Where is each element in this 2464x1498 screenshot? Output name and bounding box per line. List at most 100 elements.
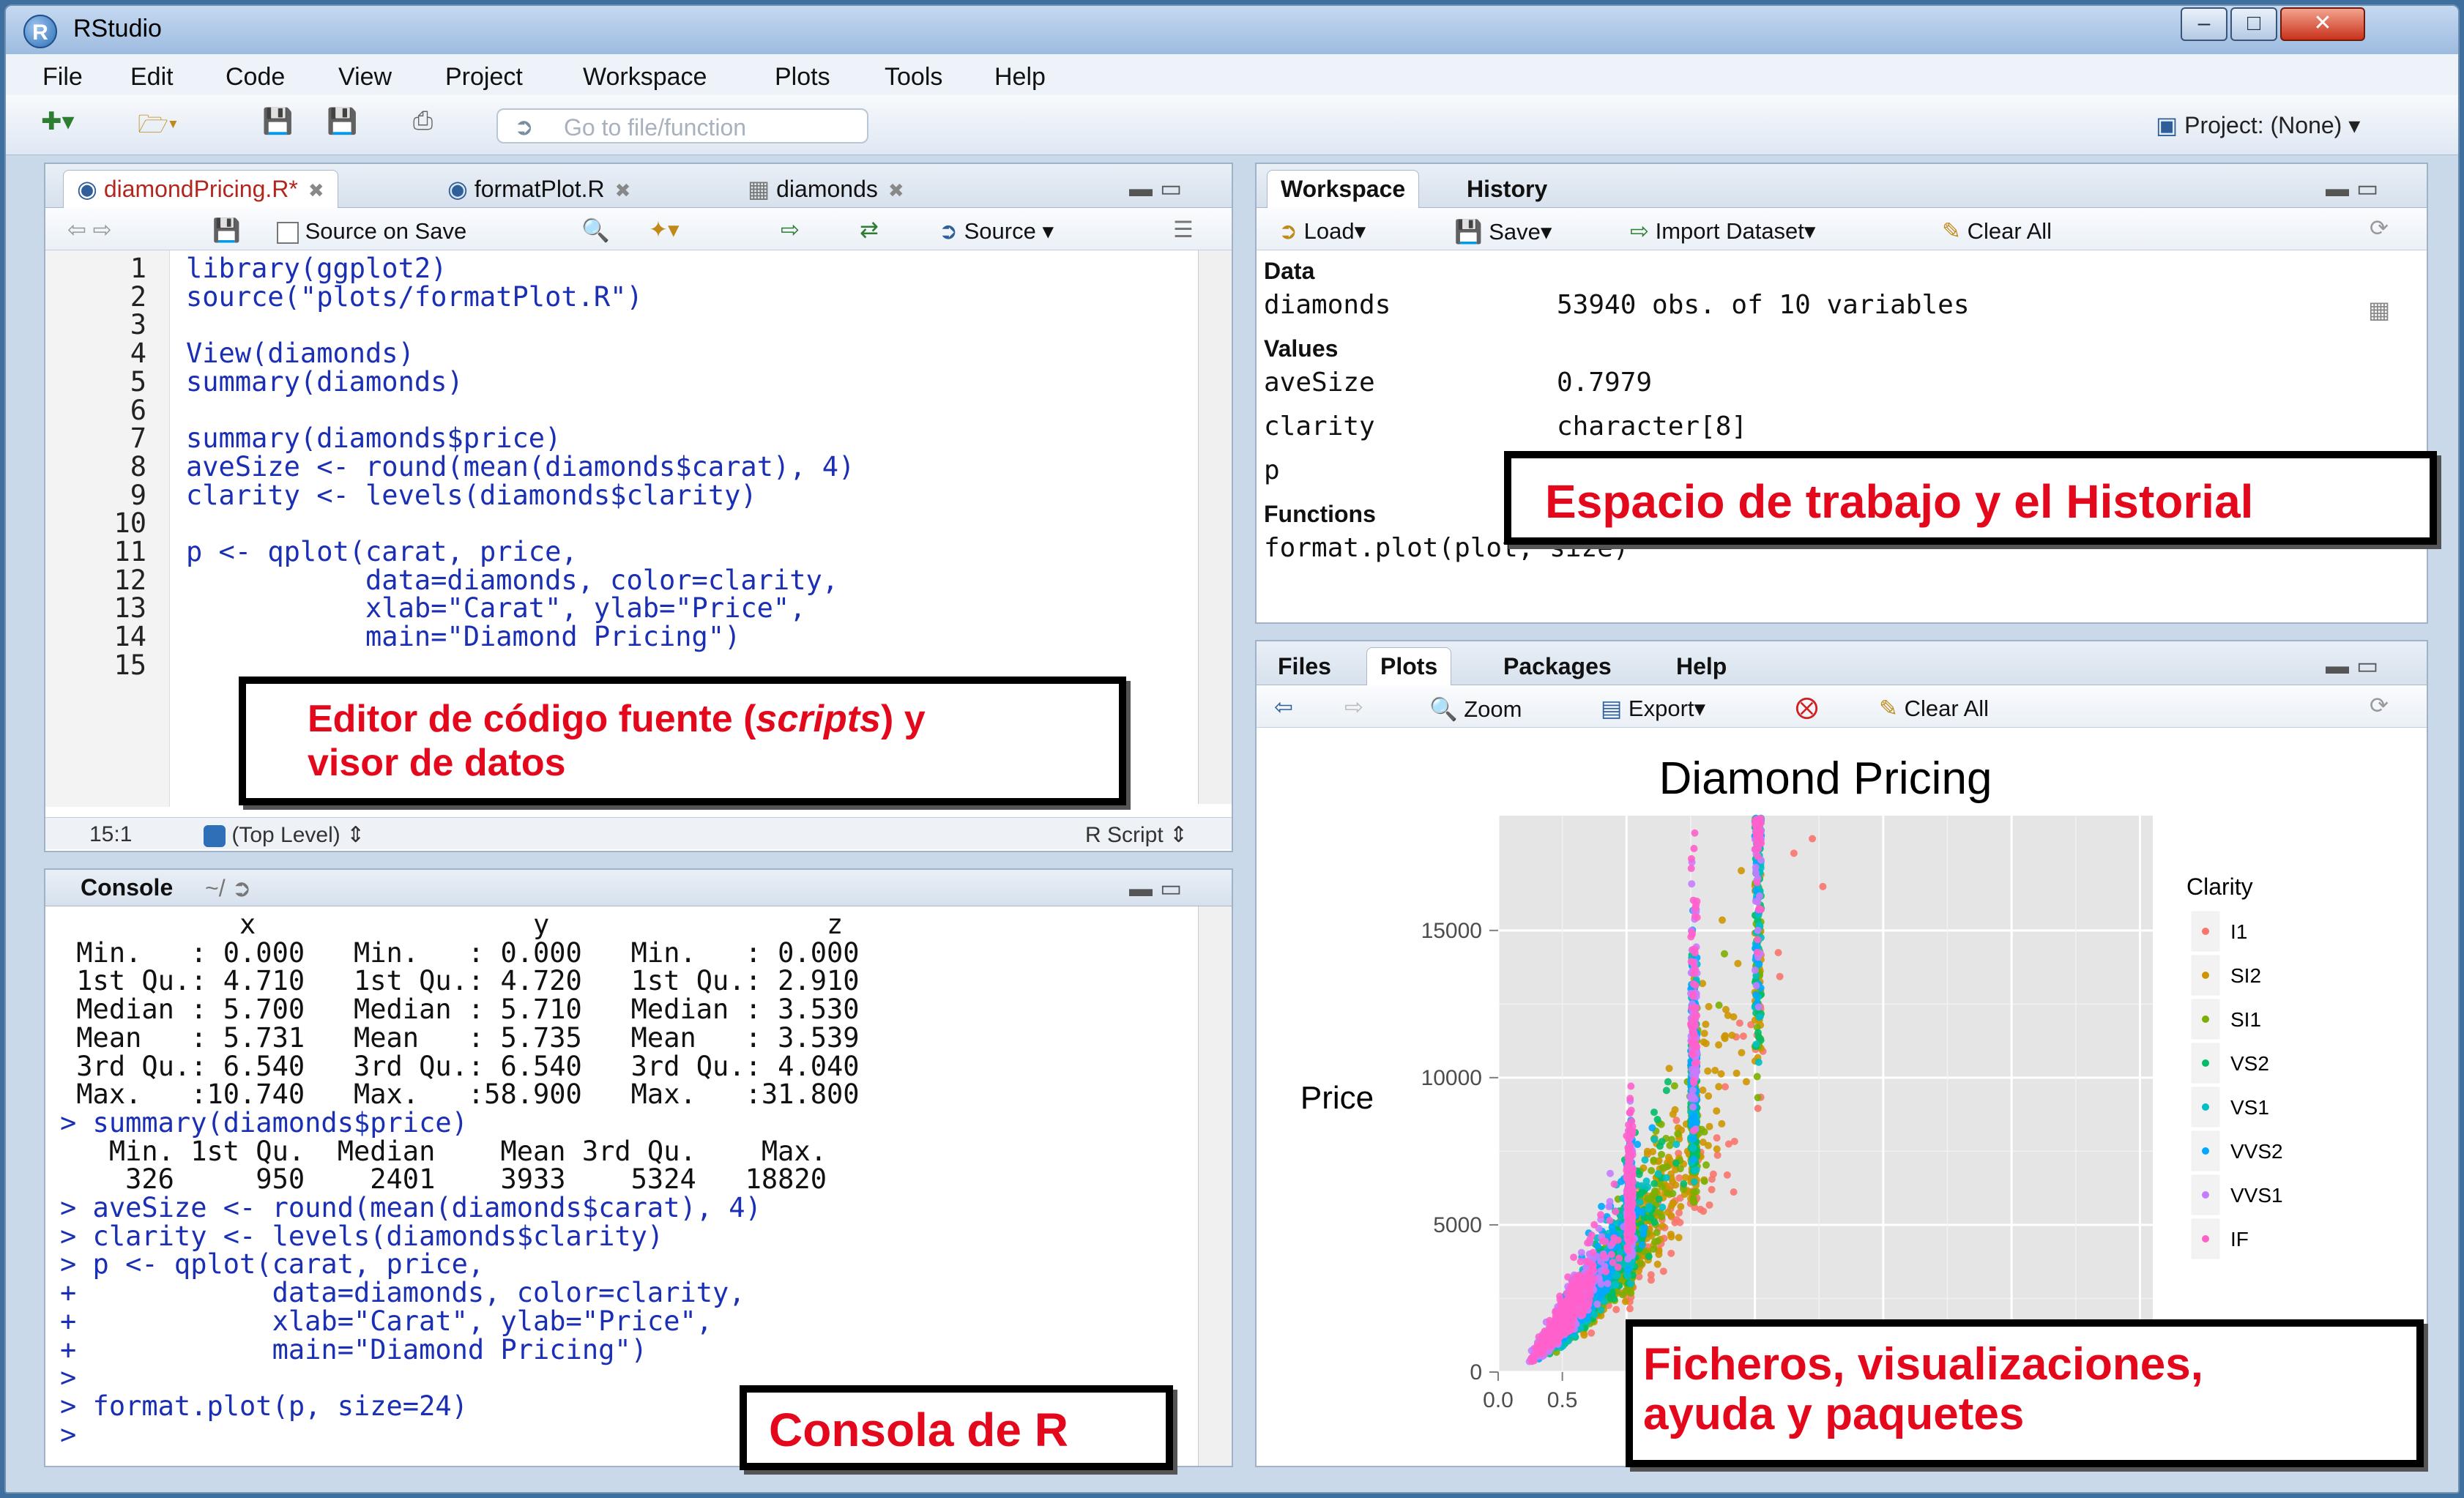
file-type-selector[interactable]: R Script ⇕ — [1085, 822, 1188, 848]
ws-row-name[interactable]: clarity — [1264, 411, 1375, 441]
ws-row-name[interactable]: p — [1264, 455, 1280, 485]
close-tab-icon[interactable]: ✖ — [888, 179, 904, 201]
console-line: x y z — [60, 909, 844, 940]
run-line-icon[interactable]: ⇨ — [781, 217, 800, 243]
minimize-icon[interactable]: – — [2181, 7, 2227, 41]
go-to-file-input[interactable]: ➲ Go to file/function — [496, 108, 868, 144]
clear-plots-button[interactable]: ✎ Clear All — [1879, 696, 1989, 722]
remove-plot-icon[interactable]: ⨂ — [1795, 694, 1818, 720]
menu-workspace[interactable]: Workspace — [583, 63, 707, 92]
zoom-button[interactable]: 🔍 Zoom — [1429, 696, 1522, 723]
data-point — [1705, 1092, 1713, 1100]
close-tab-icon[interactable]: ✖ — [615, 179, 631, 201]
tab-packages[interactable]: Packages — [1489, 647, 1626, 685]
tab-diamondpricing[interactable]: ◉ diamondPricing.R* ✖ — [63, 170, 338, 208]
save-icon[interactable]: 💾 — [262, 107, 293, 136]
code-line[interactable]: summary(diamonds$price) — [186, 425, 855, 453]
menu-file[interactable]: File — [42, 63, 83, 92]
new-file-icon[interactable]: ✚▾ — [41, 107, 75, 136]
ws-row-name[interactable]: diamonds — [1264, 290, 1391, 320]
menu-tools[interactable]: Tools — [885, 63, 942, 92]
export-button[interactable]: ▤ Export▾ — [1601, 696, 1705, 722]
save-workspace-button[interactable]: 💾 Save▾ — [1454, 218, 1552, 245]
menu-help[interactable]: Help — [994, 63, 1046, 92]
refresh-icon[interactable]: ⟳ — [2370, 215, 2389, 242]
code-line[interactable]: p <- qplot(carat, price, — [186, 537, 855, 567]
console-output[interactable]: x y z Min. : 0.000 Min. : 0.000 Min. : 0… — [60, 909, 860, 1449]
code-editor[interactable]: library(ggplot2) source("plots/formatPlot… — [186, 254, 855, 680]
rerun-icon[interactable]: ⇄ — [860, 217, 879, 243]
code-line[interactable] — [186, 652, 855, 680]
code-line[interactable] — [186, 311, 855, 340]
data-point — [1691, 904, 1699, 912]
print-icon[interactable]: ⎙ — [413, 107, 433, 135]
tab-plots[interactable]: Plots — [1366, 647, 1452, 685]
editor-scrollbar[interactable] — [1198, 250, 1232, 804]
menu-view[interactable]: View — [338, 63, 392, 92]
data-point — [1645, 1253, 1653, 1261]
view-table-icon[interactable]: ▦ — [2368, 296, 2390, 324]
maximize-icon[interactable]: □ — [2230, 7, 2277, 41]
data-point — [1648, 1166, 1656, 1174]
pane-minmax-icon[interactable]: ▬▭ — [2326, 652, 2386, 679]
code-line[interactable]: source("plots/formatPlot.R") — [186, 283, 855, 312]
outline-icon[interactable]: ☰ — [1173, 217, 1194, 243]
code-line[interactable]: library(ggplot2) — [186, 254, 855, 283]
data-point — [1752, 991, 1760, 999]
source-on-save-checkbox[interactable]: Source on Save — [277, 218, 466, 245]
save-all-icon[interactable]: 💾 — [327, 107, 357, 136]
prev-plot-icon[interactable]: ⇦ — [1274, 694, 1293, 720]
menu-plots[interactable]: Plots — [775, 63, 830, 92]
data-point — [1608, 1223, 1616, 1231]
data-point — [1689, 992, 1697, 1000]
code-line[interactable]: data=diamonds, color=clarity, — [186, 566, 855, 595]
go-to-dir-icon[interactable]: ➲ — [231, 875, 251, 901]
search-icon[interactable]: 🔍 — [581, 217, 610, 244]
data-point — [1790, 849, 1798, 857]
project-selector[interactable]: ▣ Project: (None) ▾ — [2156, 111, 2360, 139]
code-line[interactable]: main="Diamond Pricing") — [186, 622, 855, 652]
tab-help[interactable]: Help — [1662, 647, 1741, 685]
back-arrow-icon[interactable]: ⇦ ⇨ — [67, 217, 112, 243]
console-scrollbar[interactable] — [1198, 906, 1232, 1466]
tab-history[interactable]: History — [1453, 170, 1561, 208]
data-point — [1732, 1069, 1741, 1077]
zoom-icon: 🔍 — [1429, 696, 1458, 722]
code-line[interactable] — [186, 397, 855, 425]
refresh-icon[interactable]: ⟳ — [2370, 693, 2389, 719]
pane-minmax-icon[interactable]: ▬▭ — [2326, 174, 2386, 202]
data-point — [1690, 1188, 1698, 1196]
code-line[interactable]: xlab="Carat", ylab="Price", — [186, 595, 855, 623]
save-icon[interactable]: 💾 — [212, 217, 241, 244]
import-dataset-button[interactable]: ⇨ Import Dataset▾ — [1630, 218, 1815, 245]
tab-files[interactable]: Files — [1264, 647, 1345, 685]
clear-workspace-button[interactable]: ✎ Clear All — [1942, 218, 2052, 245]
ws-row-name[interactable]: aveSize — [1264, 368, 1375, 398]
code-line[interactable]: aveSize <- round(mean(diamonds$carat), 4… — [186, 452, 855, 482]
title-bar[interactable] — [6, 6, 2458, 54]
source-button[interactable]: ➲ Source ▾ — [939, 218, 1054, 245]
section-functions: Functions — [1264, 501, 1376, 527]
code-line[interactable]: clarity <- levels(diamonds$clarity) — [186, 481, 855, 510]
close-icon[interactable]: ✕ — [2280, 7, 2365, 41]
data-point — [1662, 1174, 1670, 1182]
close-tab-icon[interactable]: ✖ — [308, 179, 324, 201]
menu-code[interactable]: Code — [226, 63, 285, 92]
pane-minmax-icon[interactable]: ▬▭ — [1129, 874, 1189, 902]
code-line[interactable]: summary(diamonds) — [186, 368, 855, 397]
pane-minmax-icon[interactable]: ▬▭ — [1129, 174, 1189, 202]
tab-diamonds[interactable]: ▦ diamonds ✖ — [734, 170, 918, 208]
tab-formatplot[interactable]: ◉ formatPlot.R ✖ — [433, 170, 644, 208]
code-line[interactable] — [186, 510, 855, 538]
scope-selector[interactable]: (Top Level) ⇕ — [204, 822, 365, 848]
code-line[interactable]: View(diamonds) — [186, 339, 855, 368]
tab-workspace[interactable]: Workspace — [1267, 170, 1420, 208]
load-button[interactable]: ➲ Load▾ — [1278, 218, 1366, 245]
open-folder-icon[interactable]: 🗁▾ — [138, 107, 178, 149]
menu-project[interactable]: Project — [445, 63, 523, 92]
data-point — [1650, 1180, 1659, 1188]
next-plot-icon[interactable]: ⇨ — [1344, 694, 1363, 720]
data-point — [1628, 1168, 1636, 1176]
menu-edit[interactable]: Edit — [130, 63, 174, 92]
magic-wand-icon[interactable]: ✦▾ — [649, 217, 680, 243]
